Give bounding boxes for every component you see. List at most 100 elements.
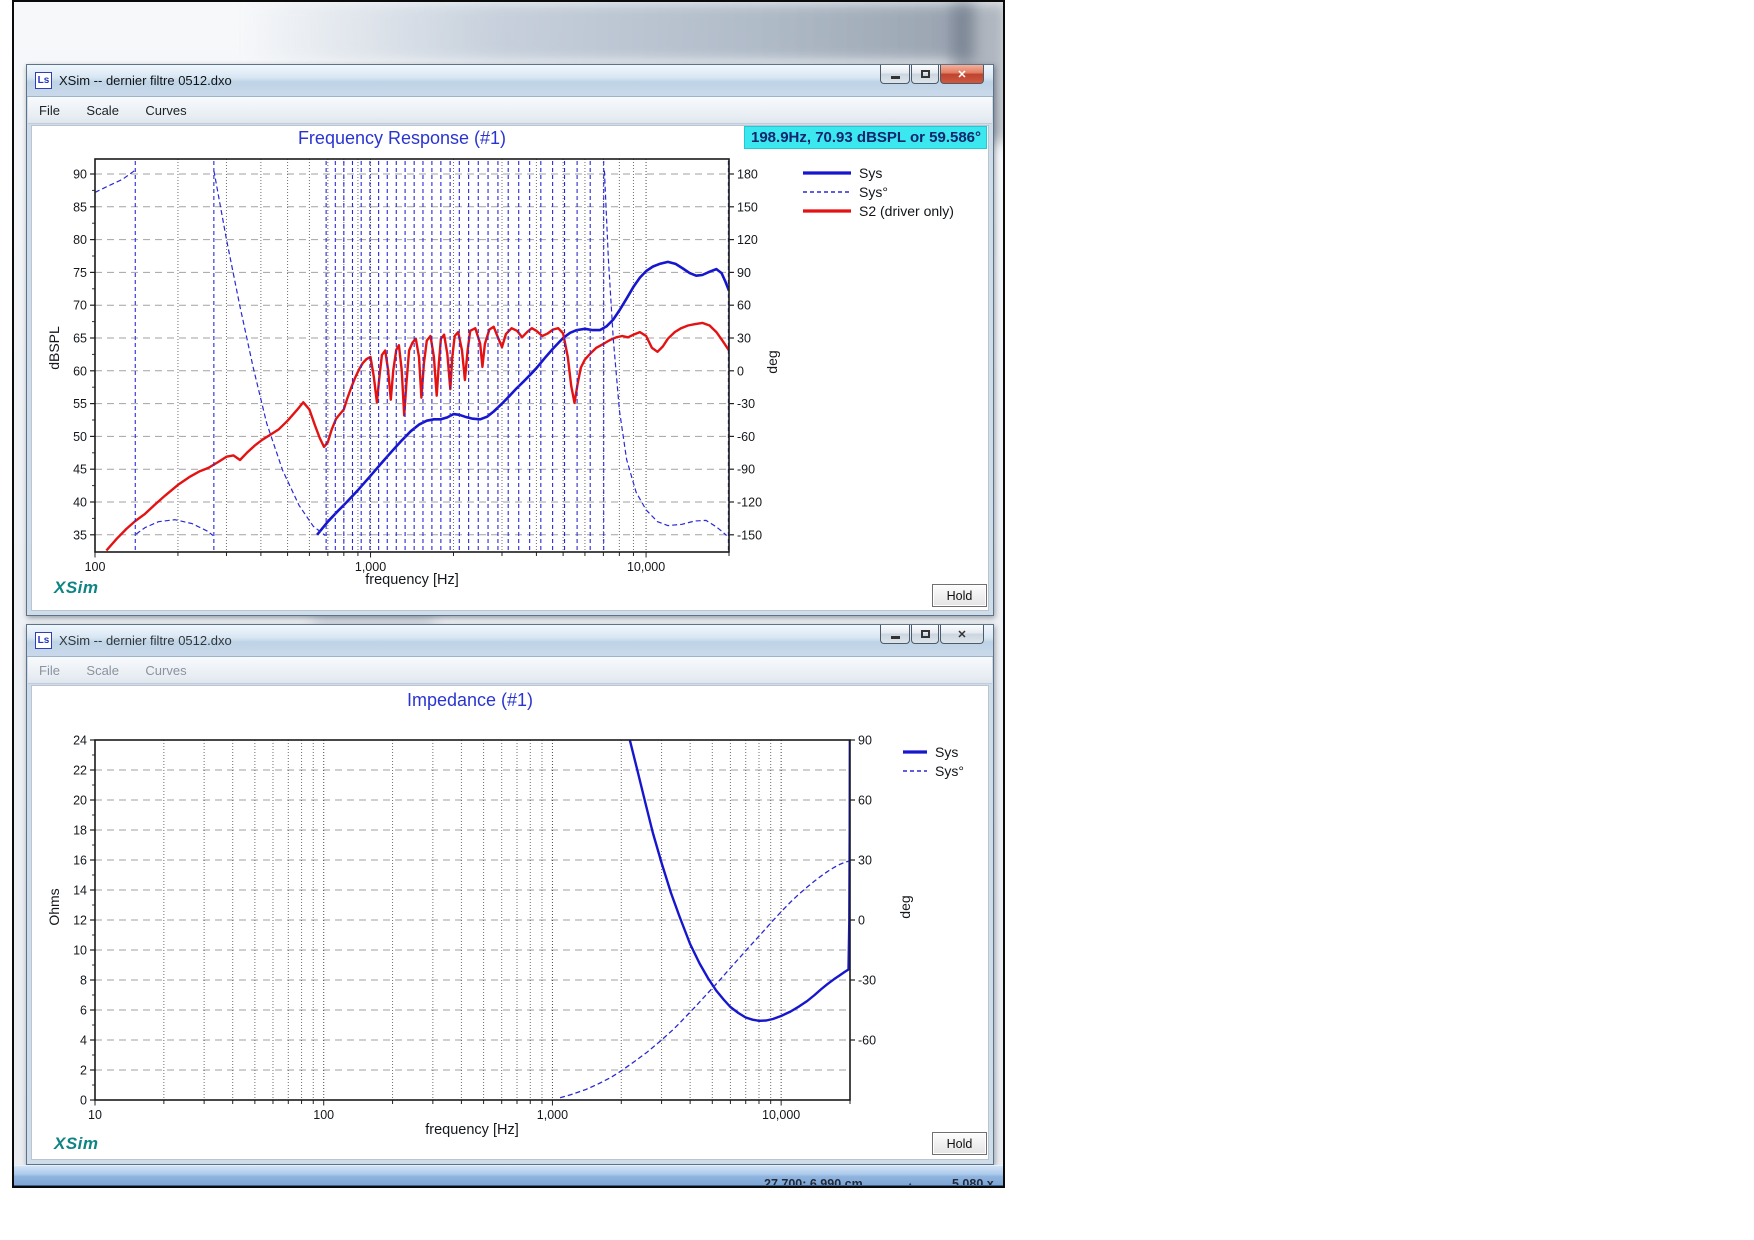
legend-item: Sys° xyxy=(802,182,954,201)
status-arrow-icon: ▴‥‥ xyxy=(907,1178,930,1187)
svg-text:75: 75 xyxy=(73,266,87,280)
menu-scale[interactable]: Scale xyxy=(75,657,130,678)
close-button[interactable]: ✕ xyxy=(940,625,984,644)
menu-scale[interactable]: Scale xyxy=(75,97,130,118)
maximize-button[interactable] xyxy=(911,65,939,84)
svg-text:1,000: 1,000 xyxy=(537,1108,568,1122)
svg-text:16: 16 xyxy=(73,854,87,868)
svg-text:-60: -60 xyxy=(858,1034,876,1048)
svg-text:22: 22 xyxy=(73,764,87,778)
svg-text:2: 2 xyxy=(80,1064,87,1078)
series-sys-phase xyxy=(95,169,136,193)
chart2-legend: Sys Sys° xyxy=(902,742,964,780)
svg-text:4: 4 xyxy=(80,1034,87,1048)
svg-text:18: 18 xyxy=(73,824,87,838)
legend-label: Sys° xyxy=(935,762,964,779)
minimize-button[interactable] xyxy=(880,625,910,644)
chart2-x-axis-title: frequency [Hz] xyxy=(425,1122,519,1138)
menu-file[interactable]: File xyxy=(28,97,71,118)
legend-item: Sys° xyxy=(902,761,964,780)
svg-text:60: 60 xyxy=(73,364,87,378)
window-title: XSim -- dernier filtre 0512.dxo xyxy=(59,633,232,648)
svg-text:100: 100 xyxy=(313,1108,334,1122)
maximize-icon xyxy=(920,70,930,78)
svg-text:10,000: 10,000 xyxy=(762,1108,800,1122)
svg-text:60: 60 xyxy=(737,299,751,313)
svg-text:85: 85 xyxy=(73,200,87,214)
svg-text:-120: -120 xyxy=(737,496,762,510)
close-icon: ✕ xyxy=(957,628,967,641)
window-title: XSim -- dernier filtre 0512.dxo xyxy=(59,73,232,88)
status-measurement: 27.700; 6.990 cm xyxy=(764,1177,863,1187)
svg-text:150: 150 xyxy=(737,200,758,214)
svg-text:40: 40 xyxy=(73,496,87,510)
xsim-logo: XSim xyxy=(54,1134,99,1153)
maximize-button[interactable] xyxy=(911,625,939,644)
svg-text:-150: -150 xyxy=(737,528,762,542)
svg-text:55: 55 xyxy=(73,397,87,411)
legend-item: Sys xyxy=(802,163,954,182)
menu-curves[interactable]: Curves xyxy=(134,97,197,118)
svg-text:10,000: 10,000 xyxy=(627,560,665,574)
legend-label: S2 (driver only) xyxy=(859,202,954,219)
svg-text:30: 30 xyxy=(737,332,751,346)
svg-text:60: 60 xyxy=(858,794,872,808)
menu-file[interactable]: File xyxy=(28,657,71,678)
legend-line-sample xyxy=(803,208,851,213)
svg-text:12: 12 xyxy=(73,914,87,928)
impedance-chart[interactable]: 2422201816141210864209060300-30-6010 100 1… xyxy=(32,688,992,1158)
chart1-legend: Sys Sys° S2 (driver only) xyxy=(802,163,954,220)
gridlines: 90 85 80 75 70 65 60 55 50 45 40 35 180 150 120 90 60 30 0… xyxy=(73,159,762,558)
svg-text:0: 0 xyxy=(737,364,744,378)
svg-text:120: 120 xyxy=(737,233,758,247)
status-strip: ‥‥‥ 27.700; 6.990 cm ▴‥‥ 5.080 x xyxy=(14,1165,1003,1187)
svg-text:45: 45 xyxy=(73,463,87,477)
series-sys-phase xyxy=(135,519,214,536)
svg-text:0: 0 xyxy=(858,914,865,928)
window-titlebar[interactable]: Ls XSim -- dernier filtre 0512.dxo ✕ xyxy=(27,65,993,97)
hold-button[interactable]: Hold xyxy=(932,584,987,607)
svg-text:65: 65 xyxy=(73,332,87,346)
maximize-icon xyxy=(920,630,930,638)
svg-text:14: 14 xyxy=(73,884,87,898)
xsim-logo: XSim xyxy=(54,578,99,597)
svg-text:24: 24 xyxy=(73,734,87,748)
svg-text:-30: -30 xyxy=(737,397,755,411)
svg-text:20: 20 xyxy=(73,794,87,808)
legend-line-sample xyxy=(803,190,851,193)
svg-text:90: 90 xyxy=(73,168,87,182)
close-icon: ✕ xyxy=(957,68,967,81)
svg-text:0: 0 xyxy=(80,1094,87,1108)
close-button[interactable]: ✕ xyxy=(940,65,984,84)
svg-text:100: 100 xyxy=(85,560,106,574)
series-sys xyxy=(628,740,850,1022)
svg-text:35: 35 xyxy=(73,528,87,542)
svg-text:10: 10 xyxy=(73,944,87,958)
svg-text:80: 80 xyxy=(73,233,87,247)
minimize-button[interactable] xyxy=(880,65,910,84)
hold-button[interactable]: Hold xyxy=(932,1132,987,1155)
plot-frame xyxy=(94,158,730,553)
menu-curves[interactable]: Curves xyxy=(134,657,197,678)
svg-text:-60: -60 xyxy=(737,430,755,444)
xsim-app-icon: Ls xyxy=(35,72,52,89)
menubar: File Scale Curves xyxy=(28,657,992,684)
legend-item: S2 (driver only) xyxy=(802,201,954,220)
svg-text:10: 10 xyxy=(88,1108,102,1122)
svg-text:90: 90 xyxy=(858,734,872,748)
legend-line-sample xyxy=(903,749,927,754)
minimize-icon xyxy=(890,635,900,639)
legend-label: Sys° xyxy=(859,183,888,200)
legend-line-sample xyxy=(903,769,927,772)
chart2-right-axis-title: deg xyxy=(897,895,913,919)
svg-text:90: 90 xyxy=(737,266,751,280)
chart1-right-axis-title: deg xyxy=(764,350,780,374)
series-sys xyxy=(559,860,850,1099)
svg-text:180: 180 xyxy=(737,168,758,182)
legend-label: Sys xyxy=(935,743,959,760)
gridlines: 2422201816141210864209060300-30-60 xyxy=(73,734,876,1108)
svg-text:6: 6 xyxy=(80,1004,87,1018)
window-titlebar[interactable]: Ls XSim -- dernier filtre 0512.dxo ✕ xyxy=(27,625,993,657)
legend-item: Sys xyxy=(902,742,964,761)
chart2-left-axis-title: Ohms xyxy=(46,888,62,926)
